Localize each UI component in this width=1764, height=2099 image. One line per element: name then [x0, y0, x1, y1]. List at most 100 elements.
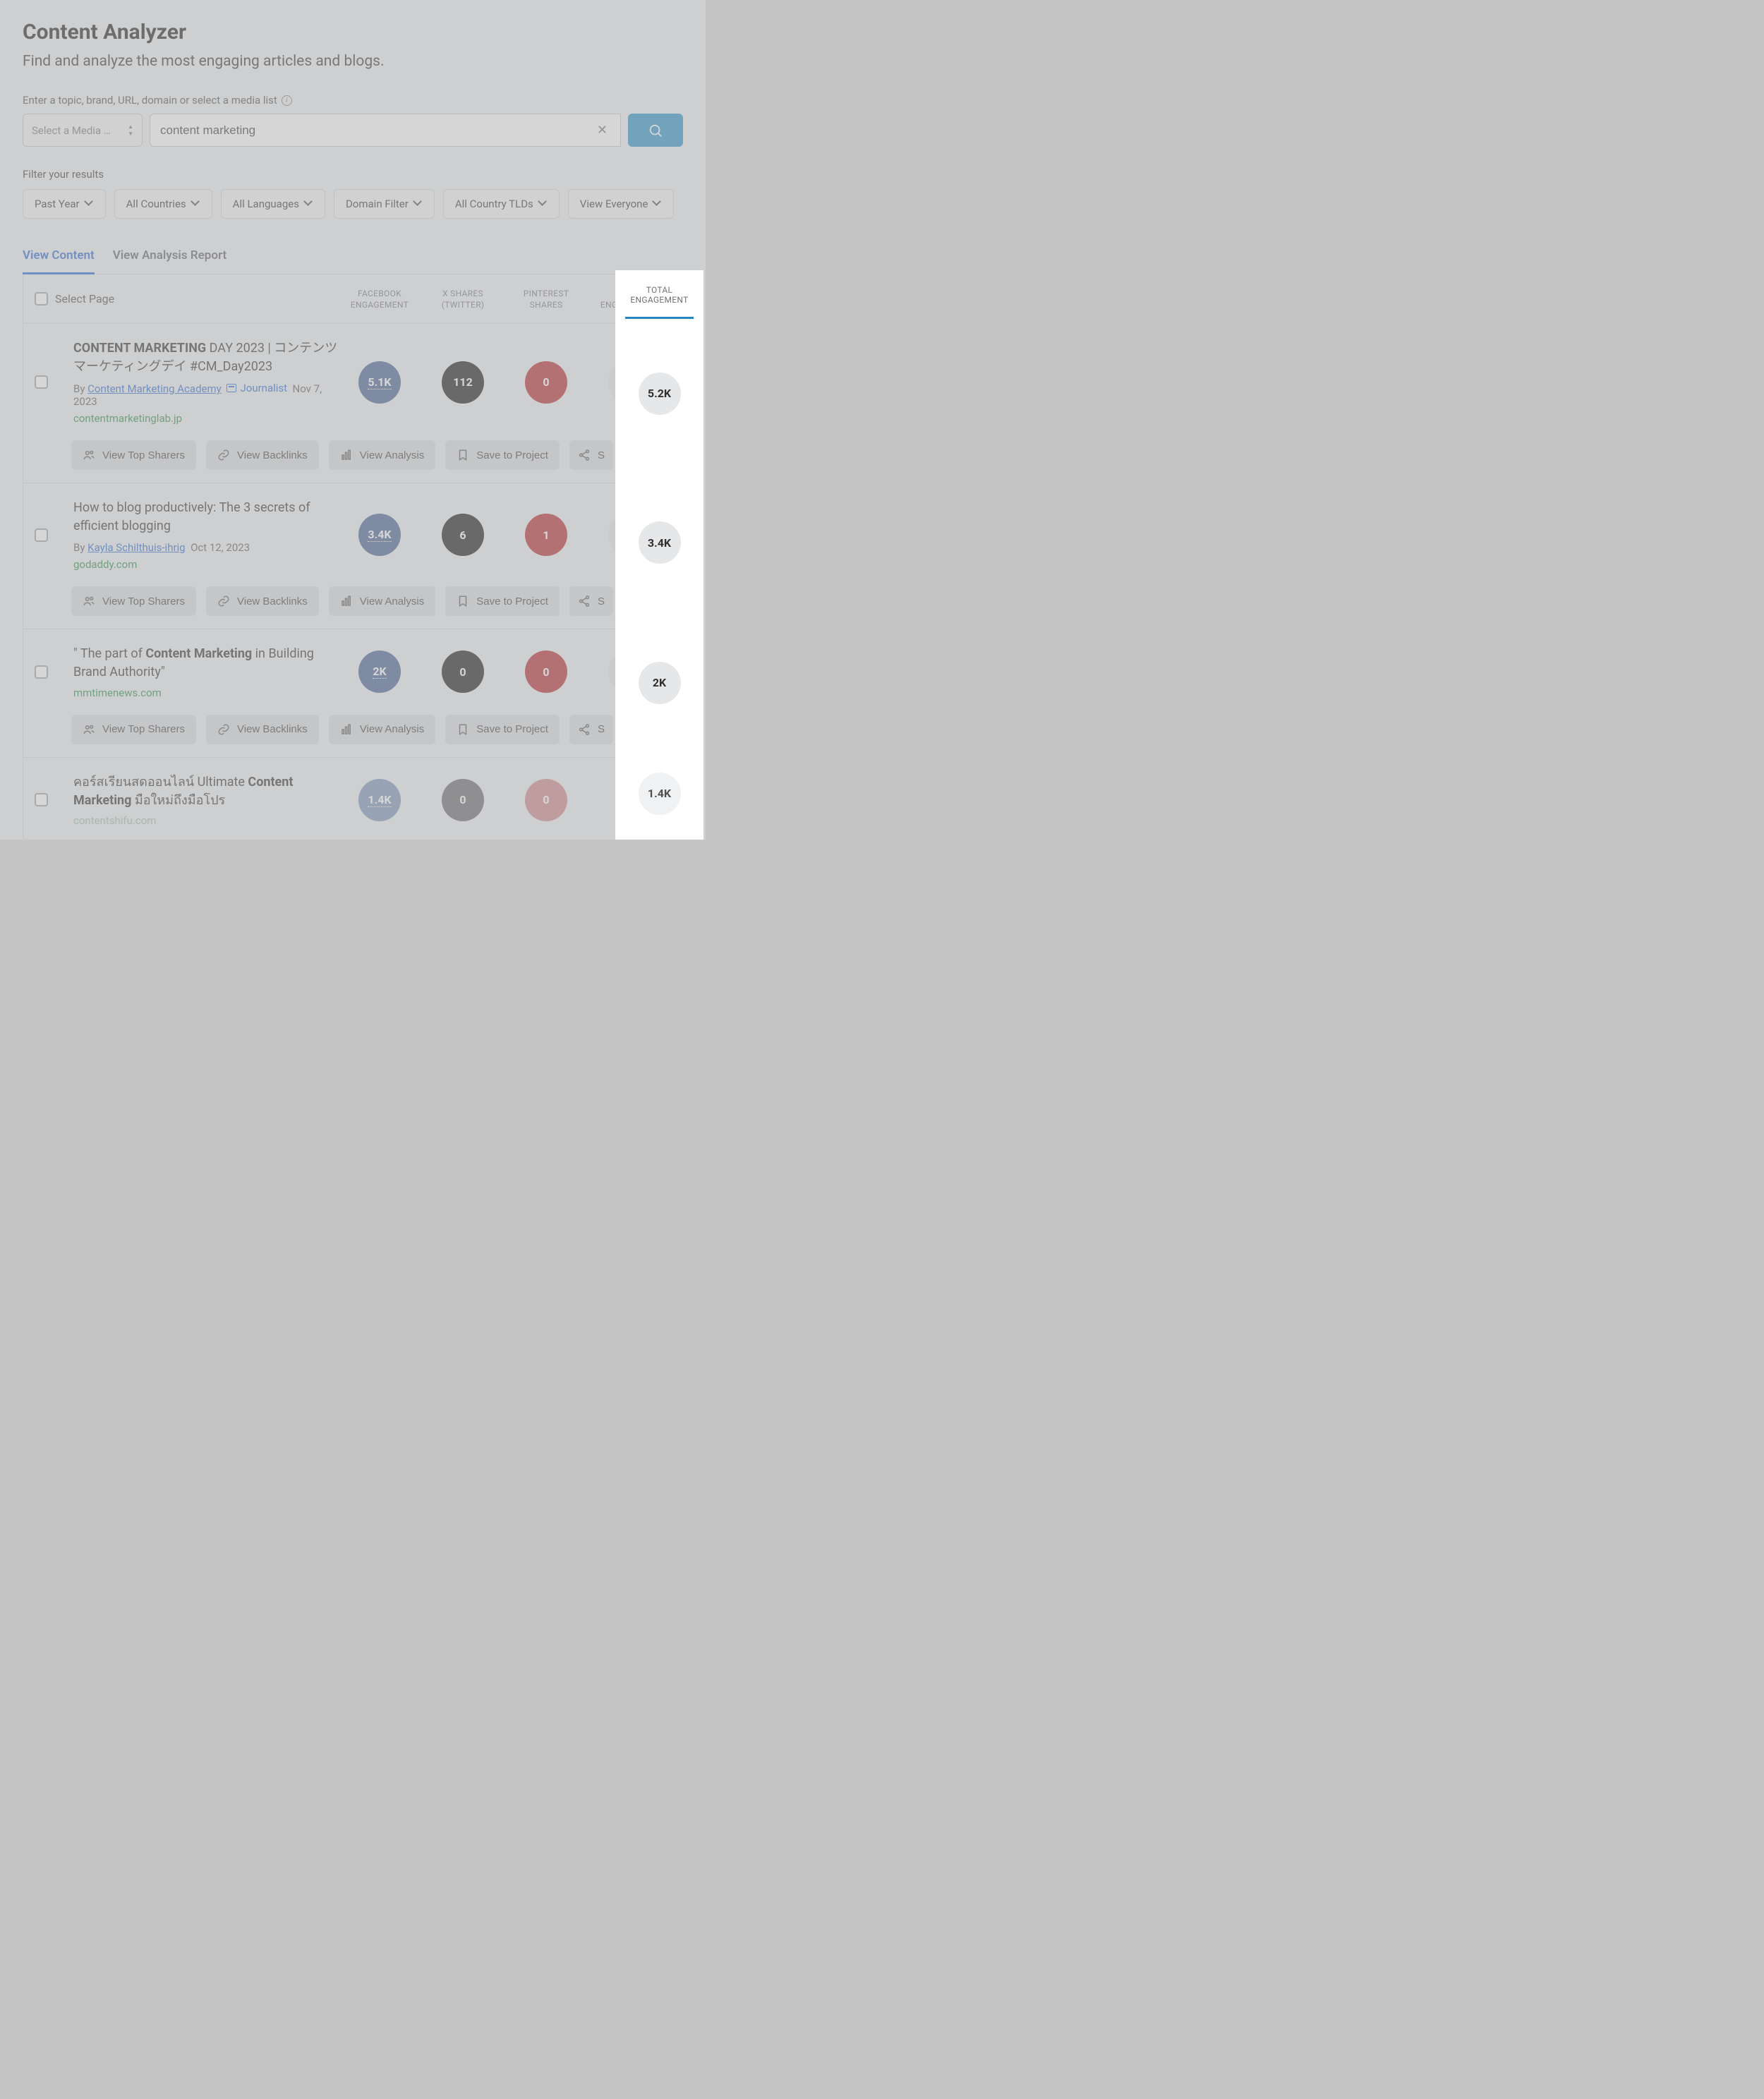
updown-icon: ▲▼	[128, 123, 133, 137]
journalist-badge[interactable]: Journalist	[226, 382, 287, 394]
view-top-sharers-button[interactable]: View Top Sharers	[71, 440, 196, 470]
row-checkbox[interactable]	[35, 375, 48, 389]
view-analysis-button[interactable]: View Analysis	[329, 715, 435, 744]
metric-total[interactable]: 3.4K	[608, 514, 651, 556]
search-button[interactable]	[628, 114, 683, 147]
page-subtitle: Find and analyze the most engaging artic…	[23, 53, 683, 70]
row-checkbox[interactable]	[35, 793, 48, 806]
author-link[interactable]: Kayla Schilthuis-ihrig	[87, 541, 185, 554]
metric-x[interactable]: 0	[442, 779, 484, 821]
filter-row: Past Year All Countries All Languages Do…	[23, 189, 683, 219]
chevron-down-icon	[539, 200, 548, 208]
save-to-project-button[interactable]: Save to Project	[445, 440, 560, 470]
share-button[interactable]: S	[569, 586, 613, 616]
filter-all-languages[interactable]: All Languages	[221, 189, 325, 219]
chart-icon	[340, 723, 353, 736]
link-icon	[217, 595, 230, 607]
bookmark-icon	[457, 595, 469, 607]
metric-x[interactable]: 0	[442, 651, 484, 693]
chevron-down-icon	[653, 200, 662, 208]
result-title[interactable]: คอร์สเรียนสดออนไลน์ Ultimate Content Mar…	[73, 773, 338, 810]
column-total-engagement[interactable]: TOTAL ENGAGEMENT	[588, 289, 671, 310]
filter-label: All Countries	[126, 198, 186, 210]
metric-total[interactable]: 1.4K	[608, 779, 651, 821]
result-domain[interactable]: godaddy.com	[73, 558, 338, 571]
metric-x[interactable]: 112	[442, 361, 484, 404]
results-table: Select Page FACEBOOK ENGAGEMENT X SHARES…	[23, 274, 683, 840]
view-backlinks-button[interactable]: View Backlinks	[206, 440, 319, 470]
result-title[interactable]: How to blog productively: The 3 secrets …	[73, 499, 338, 536]
table-row: คอร์สเรียนสดออนไลน์ Ultimate Content Mar…	[23, 758, 682, 840]
tab-view-content[interactable]: View Content	[23, 241, 95, 274]
chart-icon	[340, 449, 353, 461]
metric-facebook[interactable]: 2K	[358, 651, 401, 693]
result-domain[interactable]: contentshifu.com	[73, 814, 338, 827]
result-byline: By Kayla Schilthuis-ihrig Oct 12, 2023	[73, 541, 338, 554]
row-checkbox[interactable]	[35, 528, 48, 542]
media-list-select[interactable]: Select a Media … ▲▼	[23, 114, 143, 147]
chevron-down-icon	[192, 200, 200, 208]
share-button[interactable]: S	[569, 715, 613, 744]
view-top-sharers-button[interactable]: View Top Sharers	[71, 715, 196, 744]
people-icon	[83, 595, 95, 607]
journalist-icon	[226, 384, 236, 392]
column-x-twitter[interactable]: X SHARES (TWITTER)	[421, 289, 505, 310]
tab-view-analysis-report[interactable]: View Analysis Report	[113, 241, 227, 274]
view-analysis-button[interactable]: View Analysis	[329, 440, 435, 470]
bookmark-icon	[457, 723, 469, 736]
info-icon[interactable]: i	[282, 95, 292, 106]
metric-total[interactable]: 5.2K	[608, 361, 651, 404]
people-icon	[83, 723, 95, 736]
filter-label: Domain Filter	[346, 198, 409, 210]
view-analysis-button[interactable]: View Analysis	[329, 586, 435, 616]
result-title[interactable]: " The part of Content Marketing in Build…	[73, 645, 338, 682]
filter-all-countries[interactable]: All Countries	[114, 189, 212, 219]
search-icon	[648, 123, 663, 138]
save-to-project-button[interactable]: Save to Project	[445, 715, 560, 744]
share-icon	[578, 723, 591, 736]
search-label: Enter a topic, brand, URL, domain or sel…	[23, 94, 683, 107]
select-all-checkbox[interactable]	[35, 292, 48, 306]
table-row: " The part of Content Marketing in Build…	[23, 629, 682, 757]
metric-pinterest[interactable]: 0	[525, 779, 567, 821]
metric-facebook[interactable]: 5.1K	[358, 361, 401, 404]
chevron-down-icon	[85, 200, 94, 208]
view-backlinks-button[interactable]: View Backlinks	[206, 715, 319, 744]
table-header: Select Page FACEBOOK ENGAGEMENT X SHARES…	[23, 274, 682, 324]
chart-icon	[340, 595, 353, 607]
select-page-label: Select Page	[55, 292, 114, 306]
search-input[interactable]	[160, 123, 594, 138]
result-domain[interactable]: contentmarketinglab.jp	[73, 412, 338, 425]
table-row: CONTENT MARKETING DAY 2023 | コンテンツマーケティン…	[23, 324, 682, 483]
filter-label: All Languages	[233, 198, 299, 210]
bookmark-icon	[457, 449, 469, 461]
clear-icon[interactable]: ✕	[594, 123, 610, 138]
metric-facebook[interactable]: 3.4K	[358, 514, 401, 556]
column-facebook[interactable]: FACEBOOK ENGAGEMENT	[338, 289, 421, 310]
filter-label: All Country TLDs	[455, 198, 533, 210]
filter-heading: Filter your results	[23, 168, 683, 181]
metric-pinterest[interactable]: 1	[525, 514, 567, 556]
link-icon	[217, 723, 230, 736]
link-icon	[217, 449, 230, 461]
row-checkbox[interactable]	[35, 665, 48, 679]
save-to-project-button[interactable]: Save to Project	[445, 586, 560, 616]
result-byline: By Content Marketing Academy Journalist …	[73, 382, 338, 408]
author-link[interactable]: Content Marketing Academy	[87, 382, 222, 395]
filter-view-everyone[interactable]: View Everyone	[568, 189, 675, 219]
share-button[interactable]: S	[569, 440, 613, 470]
result-domain[interactable]: mmtimenews.com	[73, 686, 338, 699]
view-backlinks-button[interactable]: View Backlinks	[206, 586, 319, 616]
share-icon	[578, 595, 591, 607]
result-title[interactable]: CONTENT MARKETING DAY 2023 | コンテンツマーケティン…	[73, 339, 338, 376]
column-pinterest[interactable]: PINTEREST SHARES	[505, 289, 588, 310]
filter-domain[interactable]: Domain Filter	[334, 189, 435, 219]
metric-x[interactable]: 6	[442, 514, 484, 556]
view-top-sharers-button[interactable]: View Top Sharers	[71, 586, 196, 616]
filter-country-tlds[interactable]: All Country TLDs	[443, 189, 560, 219]
metric-total[interactable]: 2K	[608, 651, 651, 693]
metric-facebook[interactable]: 1.4K	[358, 779, 401, 821]
metric-pinterest[interactable]: 0	[525, 651, 567, 693]
metric-pinterest[interactable]: 0	[525, 361, 567, 404]
filter-past-year[interactable]: Past Year	[23, 189, 106, 219]
